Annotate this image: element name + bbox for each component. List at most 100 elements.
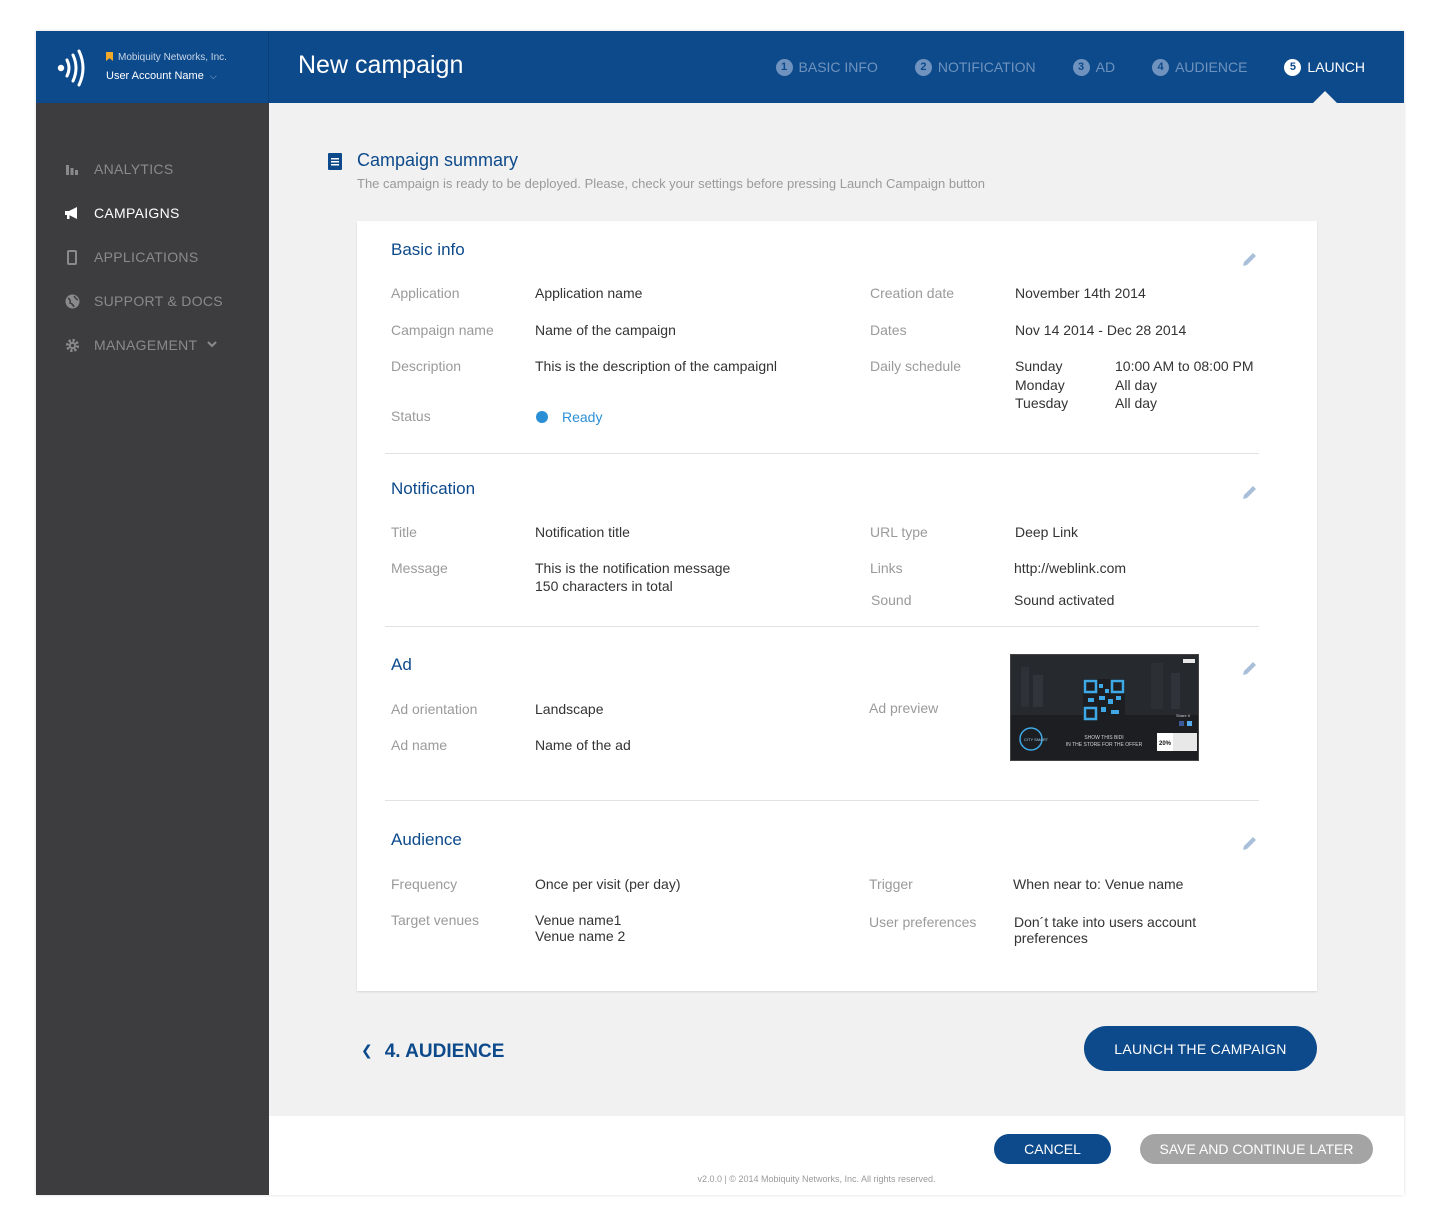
- creation-date-value: November 14th 2014: [1015, 285, 1146, 301]
- ad-orientation-value: Landscape: [535, 701, 604, 717]
- ad-orientation-label: Ad orientation: [391, 701, 478, 717]
- dates-label: Dates: [870, 322, 907, 338]
- back-to-audience-link[interactable]: ❮ 4. AUDIENCE: [361, 1041, 504, 1063]
- description-label: Description: [391, 358, 462, 374]
- section-divider: [385, 453, 1259, 454]
- cancel-button[interactable]: CANCEL: [994, 1134, 1111, 1164]
- schedule-time: All day: [1115, 377, 1158, 393]
- description-value: This is the description of the campaignl: [535, 358, 778, 374]
- pencil-icon[interactable]: [1241, 659, 1259, 677]
- sidebar-item-management[interactable]: MANAGEMENT: [36, 323, 269, 367]
- step-number: 1: [775, 58, 793, 76]
- phone-icon: [64, 249, 80, 265]
- step-number: 2: [914, 58, 932, 76]
- links-label: Links: [870, 560, 903, 576]
- creation-date-label: Creation date: [870, 285, 955, 301]
- section-title: Ad: [391, 655, 412, 674]
- ad-name-label: Ad name: [391, 737, 448, 753]
- document-icon: [328, 153, 342, 170]
- svg-text:CITY SMART: CITY SMART: [1024, 737, 1049, 742]
- sidebar-item-label: ANALYTICS: [94, 161, 174, 177]
- pencil-icon[interactable]: [1241, 250, 1259, 268]
- ad-preview-graphic: 20% CITY SMART SHOW THIS BIDI IN THE STO…: [1011, 655, 1198, 760]
- step-basic-info[interactable]: 1 BASIC INFO: [775, 31, 878, 103]
- status-badge: Ready: [536, 408, 602, 426]
- save-continue-later-button[interactable]: SAVE AND CONTINUE LATER: [1140, 1134, 1373, 1164]
- schedule-day: Monday: [1015, 377, 1065, 393]
- step-launch[interactable]: 5 LAUNCH: [1284, 31, 1365, 103]
- schedule-day: Tuesday: [1015, 395, 1069, 411]
- page-title: New campaign: [298, 51, 464, 79]
- step-label: BASIC INFO: [798, 59, 878, 75]
- sidebar-item-label: APPLICATIONS: [94, 249, 199, 265]
- section-basic-info: Basic info Application Application name …: [385, 240, 1259, 455]
- notification-title-value: Notification title: [535, 524, 630, 540]
- step-number: 4: [1152, 58, 1170, 76]
- section-title: Basic info: [391, 240, 465, 259]
- section-title: Audience: [391, 830, 462, 849]
- links-value: http://weblink.com: [1014, 560, 1127, 576]
- ad-name-value: Name of the ad: [535, 737, 631, 753]
- notification-title-label: Title: [391, 524, 417, 540]
- pencil-icon[interactable]: [1241, 834, 1259, 852]
- status-value: Ready: [562, 409, 603, 425]
- section-notification: Notification Title Notification title Me…: [385, 479, 1259, 628]
- sound-label: Sound: [871, 592, 912, 608]
- chevron-down-icon: ⌵: [209, 71, 217, 81]
- frequency-value: Once per visit (per day): [535, 876, 681, 892]
- sidebar-nav: ANALYTICS CAMPAIGNS APPLICATIONS SUPPORT…: [36, 147, 269, 367]
- sidebar: Mobiquity Networks, Inc. User Account Na…: [36, 31, 269, 1195]
- chevron-down-icon: [207, 339, 218, 351]
- launch-campaign-button[interactable]: LAUNCH THE CAMPAIGN: [1084, 1026, 1317, 1071]
- schedule-time: 10:00 AM to 08:00 PM: [1115, 358, 1254, 374]
- sidebar-item-analytics[interactable]: ANALYTICS: [36, 147, 269, 191]
- pencil-icon[interactable]: [1241, 483, 1259, 501]
- step-label: NOTIFICATION: [937, 59, 1036, 75]
- campaign-name-label: Campaign name: [391, 322, 494, 338]
- account-name: User Account Name: [106, 70, 204, 82]
- bookmark-icon: [106, 52, 113, 61]
- chevron-left-icon: ❮: [361, 1042, 373, 1058]
- back-link-label: 4. AUDIENCE: [384, 1041, 505, 1062]
- status-dot-icon: [536, 411, 548, 423]
- account-selector[interactable]: User Account Name ⌵: [106, 70, 217, 82]
- step-number: 3: [1072, 58, 1090, 76]
- target-venue-value: Venue name 2: [535, 928, 626, 944]
- org-name: Mobiquity Networks, Inc.: [106, 52, 227, 63]
- message-label: Message: [391, 560, 448, 576]
- target-venues-label: Target venues: [391, 912, 479, 928]
- message-value: 150 characters in total: [535, 578, 673, 594]
- brand-block: Mobiquity Networks, Inc. User Account Na…: [36, 31, 269, 103]
- step-label: LAUNCH: [1307, 59, 1365, 75]
- mobiquity-logo-icon[interactable]: [56, 49, 88, 87]
- step-audience[interactable]: 4 AUDIENCE: [1152, 31, 1247, 103]
- schedule-day: Sunday: [1015, 358, 1063, 374]
- user-preferences-value: preferences: [1014, 930, 1088, 946]
- application-value: Application name: [535, 285, 643, 301]
- step-ad[interactable]: 3 AD: [1072, 31, 1116, 103]
- sidebar-item-support-docs[interactable]: SUPPORT & DOCS: [36, 279, 269, 323]
- sidebar-item-label: CAMPAIGNS: [94, 205, 180, 221]
- section-ad: Ad Ad orientation Landscape Ad name Name…: [385, 654, 1259, 802]
- sidebar-item-applications[interactable]: APPLICATIONS: [36, 235, 269, 279]
- wizard-steps: 1 BASIC INFO 2 NOTIFICATION 3 AD 4 AUDIENCE …: [775, 31, 1404, 103]
- section-audience: Audience Frequency Once per visit (per d…: [385, 830, 1259, 970]
- application-label: Application: [391, 285, 460, 301]
- svg-text:Share it: Share it: [1176, 713, 1191, 718]
- message-value: This is the notification message: [535, 560, 731, 576]
- step-label: AD: [1095, 59, 1116, 75]
- step-label: AUDIENCE: [1175, 59, 1248, 75]
- url-type-value: Deep Link: [1015, 524, 1079, 540]
- status-label: Status: [391, 408, 431, 424]
- sidebar-item-campaigns[interactable]: CAMPAIGNS: [36, 191, 269, 235]
- schedule-time: All day: [1115, 395, 1158, 411]
- sidebar-item-label: MANAGEMENT: [94, 337, 198, 353]
- campaign-name-value: Name of the campaign: [535, 322, 676, 338]
- section-divider: [385, 800, 1259, 801]
- footer-bar: CANCEL SAVE AND CONTINUE LATER v2.0.0 | …: [269, 1116, 1404, 1195]
- app-window: Mobiquity Networks, Inc. User Account Na…: [36, 31, 1404, 1195]
- step-notification[interactable]: 2 NOTIFICATION: [914, 31, 1036, 103]
- megaphone-icon: [64, 205, 80, 221]
- dates-value: Nov 14 2014 - Dec 28 2014: [1015, 322, 1187, 338]
- ad-preview-image[interactable]: 20% CITY SMART SHOW THIS BIDI IN THE STO…: [1010, 654, 1199, 761]
